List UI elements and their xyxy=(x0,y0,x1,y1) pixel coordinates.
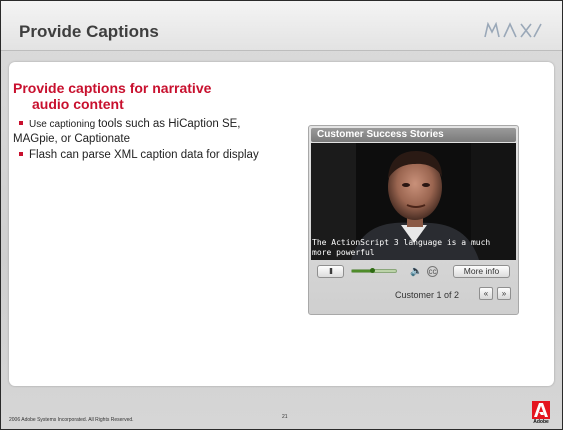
slide: Provide Captions Provide captions for na… xyxy=(1,1,562,429)
page-number: 21 xyxy=(282,414,288,420)
double-chevron-right-icon: » xyxy=(501,289,507,298)
bullet-list: Use captioning tools such as HiCaption S… xyxy=(13,117,273,164)
double-chevron-left-icon: « xyxy=(483,289,489,298)
copyright-text: 2006 Adobe Systems Incorporated. All Rig… xyxy=(9,417,134,423)
progress-handle[interactable] xyxy=(369,268,375,273)
caption-text: The ActionScript 3 language is a much mo… xyxy=(311,238,516,258)
content-heading: Provide captions for narrative audio con… xyxy=(13,80,303,112)
player-header: Customer Success Stories xyxy=(311,128,516,142)
customer-counter: Customer 1 of 2 xyxy=(395,290,460,300)
max-logo xyxy=(484,22,542,38)
slide-title: Provide Captions xyxy=(19,22,159,41)
more-info-button[interactable]: More info xyxy=(453,265,510,278)
pause-button[interactable]: II xyxy=(317,265,344,278)
bullet-text: Flash can parse XML caption data for dis… xyxy=(29,149,259,161)
bullet-item: Flash can parse XML caption data for dis… xyxy=(13,148,273,162)
progress-slider[interactable] xyxy=(351,268,397,273)
heading-line-1: Provide captions for narrative xyxy=(13,80,212,96)
progress-fill xyxy=(352,270,372,272)
previous-customer-button[interactable]: « xyxy=(479,287,493,300)
player-footer: Customer 1 of 2 « » xyxy=(311,285,516,305)
bullet-lead: Use captioning xyxy=(29,119,98,130)
caption-line-2: more powerful xyxy=(312,248,375,257)
adobe-wordmark: Adobe xyxy=(533,419,549,425)
heading-line-2: audio content xyxy=(32,96,124,112)
cc-icon[interactable]: cc xyxy=(427,266,438,277)
bullet-marker-icon xyxy=(19,120,23,125)
next-customer-button[interactable]: » xyxy=(497,287,511,300)
video-area[interactable]: The ActionScript 3 language is a much mo… xyxy=(311,143,516,260)
title-bar: Provide Captions xyxy=(1,1,562,51)
video-player: Customer Success Stories The ActionScrip… xyxy=(308,125,519,315)
player-controls: II 🔈 cc More info xyxy=(311,263,516,279)
pause-icon: II xyxy=(329,267,333,276)
speaker-icon[interactable]: 🔈 xyxy=(410,266,422,277)
bullet-marker-icon xyxy=(19,151,23,156)
caption-line-1: The ActionScript 3 language is a much xyxy=(312,238,491,247)
bullet-item: Use captioning tools such as HiCaption S… xyxy=(13,117,273,146)
